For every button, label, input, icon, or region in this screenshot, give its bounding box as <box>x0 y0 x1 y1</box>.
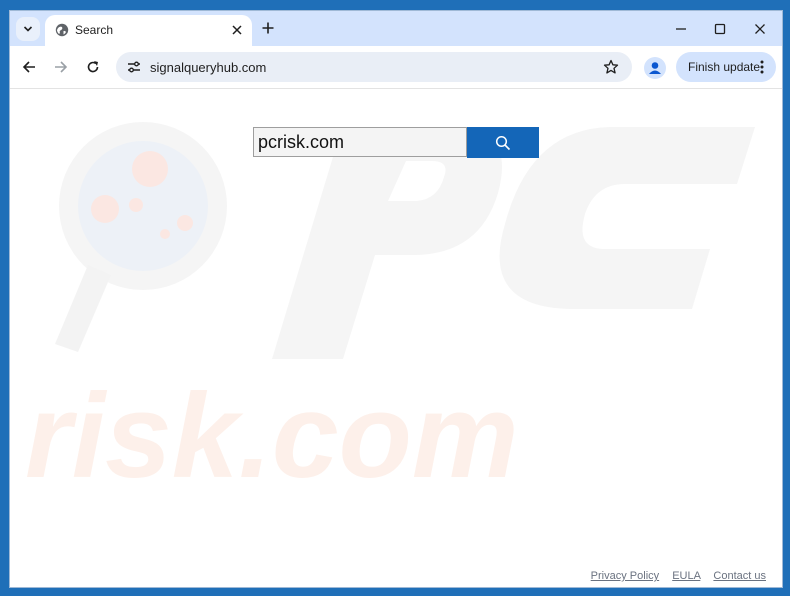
finish-update-button[interactable]: Finish update <box>676 52 776 82</box>
contact-us-link[interactable]: Contact us <box>713 570 766 582</box>
search-icon <box>495 135 511 150</box>
more-vertical-icon <box>760 60 764 74</box>
url-text[interactable]: signalqueryhub.com <box>150 60 266 75</box>
reload-icon[interactable] <box>86 60 100 74</box>
close-window-icon[interactable] <box>753 22 767 36</box>
search-button[interactable] <box>467 127 539 158</box>
footer-links: Privacy Policy EULA Contact us <box>581 570 766 582</box>
star-icon[interactable] <box>603 59 619 75</box>
tab-close-icon[interactable] <box>231 24 243 36</box>
browser-window: Search signalqueryhub.com Finish update … <box>9 10 783 588</box>
finish-update-label: Finish update <box>688 60 761 74</box>
minimize-icon[interactable] <box>674 22 688 36</box>
svg-text:risk.com: risk.com <box>25 369 519 503</box>
tune-icon[interactable] <box>126 59 142 75</box>
active-tab[interactable]: Search <box>45 15 252 46</box>
search-input[interactable] <box>253 127 467 157</box>
address-bar[interactable]: signalqueryhub.com <box>116 52 632 82</box>
profile-button[interactable] <box>644 57 666 79</box>
globe-icon <box>55 23 69 37</box>
page-content: risk.com Privacy Policy EULA Contact us <box>10 88 782 587</box>
privacy-policy-link[interactable]: Privacy Policy <box>591 570 659 582</box>
tab-strip: Search <box>10 11 782 46</box>
arrow-right-icon[interactable] <box>54 60 68 74</box>
person-icon <box>649 62 661 74</box>
tab-title: Search <box>75 23 114 37</box>
arrow-left-icon[interactable] <box>22 60 36 74</box>
eula-link[interactable]: EULA <box>672 570 700 582</box>
plus-icon[interactable] <box>262 22 274 34</box>
browser-toolbar: signalqueryhub.com Finish update <box>10 46 782 88</box>
pcrisk-watermark: risk.com <box>25 122 755 503</box>
maximize-icon[interactable] <box>713 22 727 36</box>
tab-search-button[interactable] <box>16 17 40 41</box>
chevron-down-icon <box>23 26 33 32</box>
